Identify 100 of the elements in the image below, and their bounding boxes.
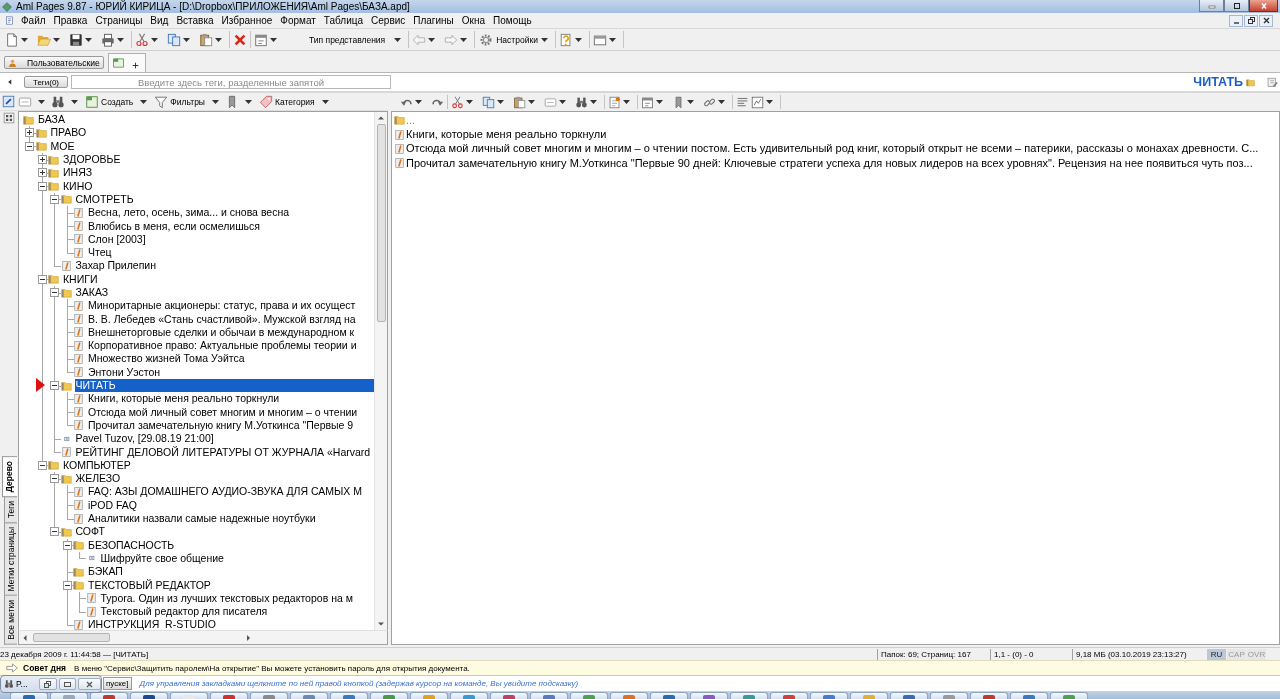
save-icon[interactable]	[69, 32, 83, 47]
expand-icon[interactable]	[25, 128, 34, 138]
menu-item[interactable]: Сервис	[367, 14, 410, 27]
scissors-icon[interactable]	[451, 95, 464, 109]
caret-icon[interactable]	[321, 99, 329, 104]
taskbar-button[interactable]	[130, 692, 168, 699]
caret-icon[interactable]	[394, 37, 402, 42]
menu-item[interactable]: Помощь	[489, 14, 536, 27]
copy-icon[interactable]	[482, 95, 495, 109]
caret-icon[interactable]	[415, 100, 422, 104]
close-button[interactable]	[1259, 14, 1273, 27]
side-tab[interactable]: Дерево	[2, 455, 17, 497]
collapse-icon[interactable]	[50, 288, 59, 297]
menu-item[interactable]: Страницы	[91, 14, 147, 27]
profile-button[interactable]: Пользовательские	[4, 56, 104, 69]
collapse-icon[interactable]	[50, 527, 59, 537]
taskbar-button[interactable]	[1010, 692, 1048, 699]
taskbar-button[interactable]	[970, 692, 1008, 699]
chart-icon[interactable]	[751, 95, 764, 109]
caret-icon[interactable]	[245, 99, 252, 104]
tree-item[interactable]: РЕЙТИНГ ДЕЛОВОЙ ЛИТЕРАТУРЫ ОТ ЖУРНАЛА «Harvard	[74, 445, 372, 459]
tree-item[interactable]: СМОТРЕТЬ	[74, 192, 135, 206]
binoculars-icon[interactable]	[51, 94, 65, 109]
caret-icon[interactable]	[212, 99, 219, 104]
page-list-item[interactable]: Отсюда мой личный совет многим и многим – о чтении постом. Есть удивительный род книг, который открыт не всеми – патерики, рассказы о монахах древности. С...	[406, 142, 1259, 156]
link-icon[interactable]	[703, 95, 716, 109]
tree-item[interactable]: КИНО	[62, 179, 94, 193]
taskbar-button[interactable]	[490, 692, 528, 699]
caret-icon[interactable]	[151, 37, 158, 42]
menu-item[interactable]: Файл	[17, 14, 50, 27]
maximize-button[interactable]	[58, 678, 77, 690]
menu-item[interactable]: Формат	[276, 14, 320, 27]
plus-icon[interactable]	[131, 60, 140, 70]
menu-item[interactable]: Плагины	[409, 14, 458, 27]
menu-item[interactable]: Окна	[457, 14, 490, 27]
close-button[interactable]	[1249, 0, 1278, 12]
menu-item[interactable]: Избранное	[217, 14, 277, 27]
tree-item[interactable]: Аналитики назвали самые надежные ноутбуки	[87, 512, 317, 526]
caret-icon[interactable]	[460, 37, 468, 42]
collapse-icon[interactable]	[25, 141, 34, 151]
settings-button[interactable]: Настройки	[478, 31, 539, 48]
caret-icon[interactable]	[574, 37, 582, 42]
tree-item[interactable]: Текстовый редактор для писателя	[99, 605, 269, 619]
side-tab[interactable]: Метки страницы	[4, 521, 17, 597]
tree-item[interactable]: ЧИТАТЬ	[74, 379, 374, 393]
caret-icon[interactable]	[85, 37, 92, 42]
taskbar-button[interactable]	[770, 692, 808, 699]
tree-item[interactable]: ИНЯЗ	[62, 166, 94, 180]
tree-item[interactable]: Весна, лето, осень, зима... и снова весна	[87, 206, 291, 220]
caret-icon[interactable]	[117, 37, 124, 42]
caret-icon[interactable]	[559, 100, 566, 104]
document-icon[interactable]	[5, 16, 14, 25]
taskbar-button[interactable]	[210, 692, 248, 699]
caret-icon[interactable]	[623, 100, 630, 104]
tree-item[interactable]: ЗДОРОВЬЕ	[62, 153, 122, 167]
expand-icon[interactable]	[37, 155, 47, 165]
caret-icon[interactable]	[21, 37, 28, 42]
restore-button[interactable]	[1244, 14, 1258, 27]
menu-item[interactable]: Вид	[146, 14, 173, 27]
tree-item[interactable]: Захар Прилепин	[74, 259, 157, 273]
caret-icon[interactable]	[718, 100, 725, 104]
collapse-icon[interactable]	[62, 540, 72, 550]
collapse-icon[interactable]	[37, 181, 47, 191]
clipboard-icon[interactable]	[199, 32, 213, 47]
tree-item[interactable]: КНИГИ	[62, 272, 99, 286]
tags-button[interactable]: Теги(0)	[24, 76, 68, 88]
tree-item[interactable]: Шифруйте свое общение	[99, 551, 225, 565]
scroll-thumb[interactable]	[33, 633, 110, 642]
edit-icon[interactable]	[1267, 76, 1278, 88]
calendar-icon[interactable]	[641, 95, 654, 109]
caret-icon[interactable]	[215, 37, 222, 42]
restore-button[interactable]	[38, 678, 57, 690]
caret-icon[interactable]	[71, 99, 78, 104]
page-list-item[interactable]: Прочитал замечательную книгу М.Уоткинса "Первые 90 дней: Ключевые стратеги успеха для новых лидеров на всех уровнях". Рецензия на нее появиться чуть поз...	[406, 156, 1253, 170]
tags-input[interactable]: Введите здесь теги, разделенные запятой	[71, 75, 391, 89]
category-button[interactable]: Категория	[258, 93, 316, 110]
tree-item[interactable]: Typora. Один из лучших текстовых редакторов на м	[99, 591, 354, 605]
tree-item[interactable]: БЕЗОПАСНОСТЬ	[87, 538, 176, 552]
delete-icon[interactable]	[233, 32, 247, 47]
side-tab[interactable]: Теги	[4, 495, 17, 523]
clipboard-icon[interactable]	[513, 95, 526, 109]
tree-item[interactable]: МОЕ	[49, 139, 76, 153]
printer-icon[interactable]	[101, 32, 115, 47]
tree-item[interactable]: Энтони Уэстон	[87, 365, 162, 379]
tree-item[interactable]: Влюбись в меня, если осмелишься	[87, 219, 261, 233]
tree-item[interactable]: ИНСТРУКЦИЯ R-STUDIO	[87, 618, 217, 630]
expand-icon[interactable]	[37, 168, 47, 178]
menu-item[interactable]: Правка	[49, 14, 92, 27]
paragraph-icon[interactable]	[736, 95, 749, 109]
new-document-icon[interactable]	[5, 32, 19, 47]
scissors-icon[interactable]	[135, 32, 149, 47]
side-tab[interactable]: Все метки	[4, 595, 17, 645]
filters-button[interactable]: Фильтры	[153, 93, 206, 110]
pin-icon[interactable]	[2, 95, 15, 108]
caret-icon[interactable]	[140, 99, 148, 104]
tree-item[interactable]: Чтец	[87, 246, 113, 260]
tree-item[interactable]: БЭКАП	[87, 565, 124, 579]
tree-item[interactable]: ЗАКАЗ	[74, 286, 110, 299]
collapse-icon[interactable]	[37, 274, 47, 284]
tree-item[interactable]: ПРАВО	[49, 126, 88, 140]
